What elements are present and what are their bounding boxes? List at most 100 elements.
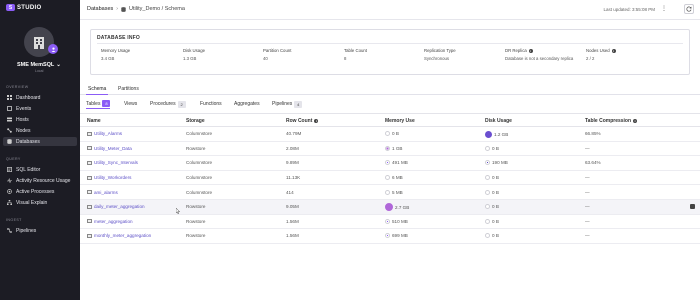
table-row[interactable]: Utility_Meter_Data Rowstore 2.08M 1 GB 0… [80, 142, 700, 157]
column-header-name[interactable]: Name [87, 118, 101, 124]
org-subtitle: Local [35, 69, 44, 73]
metric-label-wrap: Nodes Used i [586, 48, 616, 53]
sidebar-item-label: Events [16, 105, 32, 112]
table-row[interactable]: daily_meter_aggregation Rowstore 9.05M 2… [80, 199, 700, 215]
org-switcher[interactable]: SME MemSQL ⌄ [17, 62, 61, 68]
sidebar-item-active-processes[interactable]: Active Processes [3, 187, 77, 196]
table-name-cell[interactable]: Utility_Meter_Data [87, 146, 132, 151]
table-name-link[interactable]: Utility_Meter_Data [94, 146, 132, 151]
table-name-link[interactable]: monthly_meter_aggregation [94, 233, 151, 238]
storage-cell: Rowstore [186, 145, 206, 151]
column-label: Row Count [286, 118, 313, 124]
hosts-icon [7, 117, 12, 122]
compression-cell: — [585, 204, 590, 210]
row-action-icon[interactable] [690, 203, 695, 209]
sidebar-item-visual-explain[interactable]: Visual Explain [3, 198, 77, 207]
query-section-label: QUERY [6, 157, 21, 161]
sidebar-item-databases[interactable]: Databases [3, 137, 77, 146]
sidebar-item-sql-editor[interactable]: SQL Editor [3, 165, 77, 174]
tab-schema[interactable]: Schema [86, 86, 109, 95]
tab-aggregates[interactable]: Aggregates [234, 99, 260, 109]
tab-views[interactable]: Views [124, 99, 137, 109]
table-name-link[interactable]: Utility_Alarms [94, 131, 122, 136]
table-row[interactable]: monthly_meter_aggregation Rowstore 1.56M… [80, 229, 700, 244]
card-title: DATABASE INFO [97, 35, 140, 41]
column-header-table-compression[interactable]: Table Compression i [585, 118, 638, 124]
row-count-cell: 2.08M [286, 145, 299, 151]
studio-logo[interactable]: S STUDIO [6, 4, 41, 11]
disk-value: 190 MB [492, 160, 508, 166]
table-name-link[interactable]: ami_alarms [94, 190, 118, 195]
memory-cell: 491 MB [385, 160, 408, 166]
sidebar-item-pipelines[interactable]: Pipelines [3, 226, 77, 235]
table-name-link[interactable]: Utility_Sync_Intervals [94, 160, 138, 165]
table-row[interactable]: Utility_Sync_Intervals Columnstore 9.89M… [80, 156, 700, 171]
info-icon[interactable]: i [528, 48, 533, 53]
row-count-cell: 1.56M [286, 233, 299, 239]
metric-value: 40 [263, 56, 268, 61]
sidebar-item-events[interactable]: Events [3, 104, 77, 113]
sidebar: S STUDIO SME MemSQL ⌄ Local OVERVIEW Das… [0, 0, 80, 300]
sidebar-item-dashboard[interactable]: Dashboard [3, 93, 77, 102]
column-header-storage[interactable]: Storage [186, 118, 205, 124]
storage-cell: Rowstore [186, 233, 206, 239]
table-row[interactable]: meter_aggregation Rowstore 1.56M 510 MB … [80, 215, 700, 230]
compression-cell: — [585, 175, 590, 181]
breadcrumb-current: Utility_Demo / Schema [128, 6, 185, 12]
refresh-button[interactable] [684, 4, 694, 14]
dashboard-icon [7, 95, 12, 100]
table-name-cell[interactable]: ami_alarms [87, 190, 118, 195]
tab-procedures[interactable]: Procedures 2 [150, 99, 186, 109]
sidebar-item-activity-resource-usage[interactable]: Activity Resource Usage [3, 176, 77, 185]
compression-cell: — [585, 218, 590, 224]
table-name-link[interactable]: meter_aggregation [94, 219, 133, 224]
memory-cell: 699 MB [385, 233, 408, 239]
compression-cell: — [585, 233, 590, 239]
compression-cell: — [585, 189, 590, 195]
column-header-row-count[interactable]: Row Count i [286, 118, 319, 124]
storage-cell: Columnstore [186, 175, 213, 181]
table-icon [87, 204, 92, 209]
tab-functions[interactable]: Functions [200, 99, 222, 109]
disk-cell: 0 B [485, 233, 499, 239]
breadcrumb-databases[interactable]: Databases [87, 6, 113, 12]
info-icon[interactable]: i [633, 119, 638, 123]
memory-value: 5 MB [392, 189, 403, 195]
tab-tables[interactable]: Tables 8 [86, 99, 111, 109]
tab-partitions[interactable]: Partitions [116, 86, 141, 95]
table-name-cell[interactable]: meter_aggregation [87, 219, 133, 224]
column-header-disk-usage[interactable]: Disk Usage [485, 118, 512, 124]
table-name-cell[interactable]: Utility_Sync_Intervals [87, 160, 138, 165]
sidebar-item-label: Active Processes [16, 188, 55, 195]
disk-value: 0 B [492, 218, 499, 224]
info-icon[interactable]: i [314, 119, 319, 123]
tab-count-badge: 2 [177, 100, 186, 108]
building-icon [34, 36, 44, 49]
overview-section-label: OVERVIEW [6, 85, 29, 89]
disk-cell: 0 B [485, 145, 499, 151]
table-row[interactable]: Utility_Workorders Columnstore 11.13K 6 … [80, 171, 700, 186]
tab-label: Tables [86, 100, 101, 107]
table-name-cell[interactable]: Utility_Workorders [87, 175, 131, 180]
table-row[interactable]: Utility_Alarms Columnstore 40.79M 0 B 1.… [80, 127, 700, 142]
table-row[interactable]: ami_alarms Columnstore 414 5 MB 0 B — [80, 185, 700, 200]
info-icon[interactable]: i [611, 48, 616, 53]
table-name-link[interactable]: Utility_Workorders [94, 175, 131, 180]
tab-pipelines[interactable]: Pipelines 4 [272, 99, 303, 109]
chevron-right-icon: › [116, 6, 118, 12]
metric-value: 1.3 GB [183, 56, 197, 61]
compression-cell: — [585, 145, 590, 151]
column-header-memory-use[interactable]: Memory Use [385, 118, 415, 124]
table-name-cell[interactable]: daily_meter_aggregation [87, 204, 145, 209]
sidebar-item-nodes[interactable]: Nodes [3, 126, 77, 135]
user-badge-icon [48, 44, 58, 54]
metric-table-count: Table Count 8 [344, 48, 367, 62]
divider [97, 43, 683, 44]
sidebar-item-hosts[interactable]: Hosts [3, 115, 77, 124]
table-name-link[interactable]: daily_meter_aggregation [94, 204, 145, 209]
disk-value: 0 B [492, 175, 499, 181]
table-name-cell[interactable]: monthly_meter_aggregation [87, 233, 151, 238]
disk-value: 1.2 GB [494, 132, 509, 138]
table-name-cell[interactable]: Utility_Alarms [87, 131, 122, 136]
more-options-icon[interactable]: ⋮ [661, 5, 667, 12]
